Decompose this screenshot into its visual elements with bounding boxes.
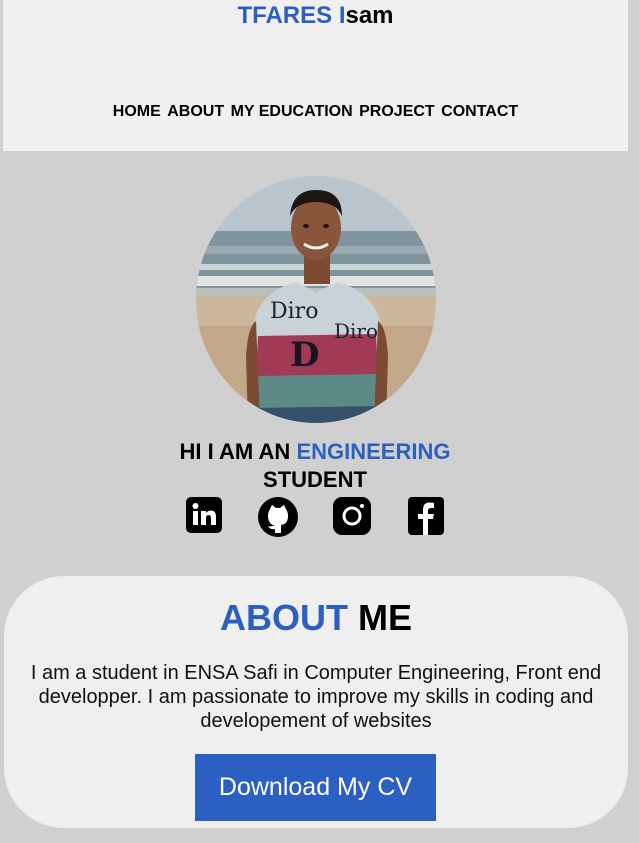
hero-suffix: STUDENT <box>263 467 367 492</box>
svg-text:Diro: Diro <box>270 299 318 324</box>
linkedin-icon[interactable] <box>185 496 225 536</box>
profile-photo: Diro D Diro <box>196 176 436 423</box>
nav-about[interactable]: ABOUT <box>167 103 224 120</box>
site-logo[interactable]: TFARES Isam <box>3 2 628 30</box>
nav-contact[interactable]: CONTACT <box>441 103 518 120</box>
nav-education[interactable]: MY EDUCATION <box>231 103 353 120</box>
download-cv-button[interactable]: Download My CV <box>195 754 436 821</box>
brand-name-last: sam <box>345 2 394 29</box>
nav-project[interactable]: PROJECT <box>359 103 435 120</box>
page: TFARES Isam HOME ABOUT MY EDUCATION PROJ… <box>0 0 639 843</box>
about-title-accent: ABOUT <box>219 597 348 638</box>
hero-prefix: HI I AM AN <box>179 439 297 464</box>
hero-accent: ENGINEERING <box>296 439 451 464</box>
svg-text:Diro: Diro <box>334 319 378 343</box>
svg-text:D: D <box>290 335 319 375</box>
site-header: TFARES Isam HOME ABOUT MY EDUCATION PROJ… <box>3 0 628 151</box>
instagram-icon[interactable] <box>332 496 372 536</box>
profile-photo-illustration: Diro D Diro <box>196 176 436 423</box>
about-title: ABOUT ME <box>4 596 628 640</box>
social-links <box>0 496 639 538</box>
about-title-rest: ME <box>358 597 412 638</box>
github-icon[interactable] <box>257 496 298 537</box>
main-nav: HOME ABOUT MY EDUCATION PROJECT CONTACT <box>3 102 628 122</box>
facebook-icon[interactable] <box>407 496 447 536</box>
nav-home[interactable]: HOME <box>113 103 161 120</box>
brand-name-first: TFARES I <box>237 2 346 29</box>
about-section: ABOUT ME I am a student in ENSA Safi in … <box>4 576 628 828</box>
about-description: I am a student in ENSA Safi in Computer … <box>30 662 602 732</box>
hero-headline: HI I AM AN ENGINEERING STUDENT <box>150 438 480 494</box>
